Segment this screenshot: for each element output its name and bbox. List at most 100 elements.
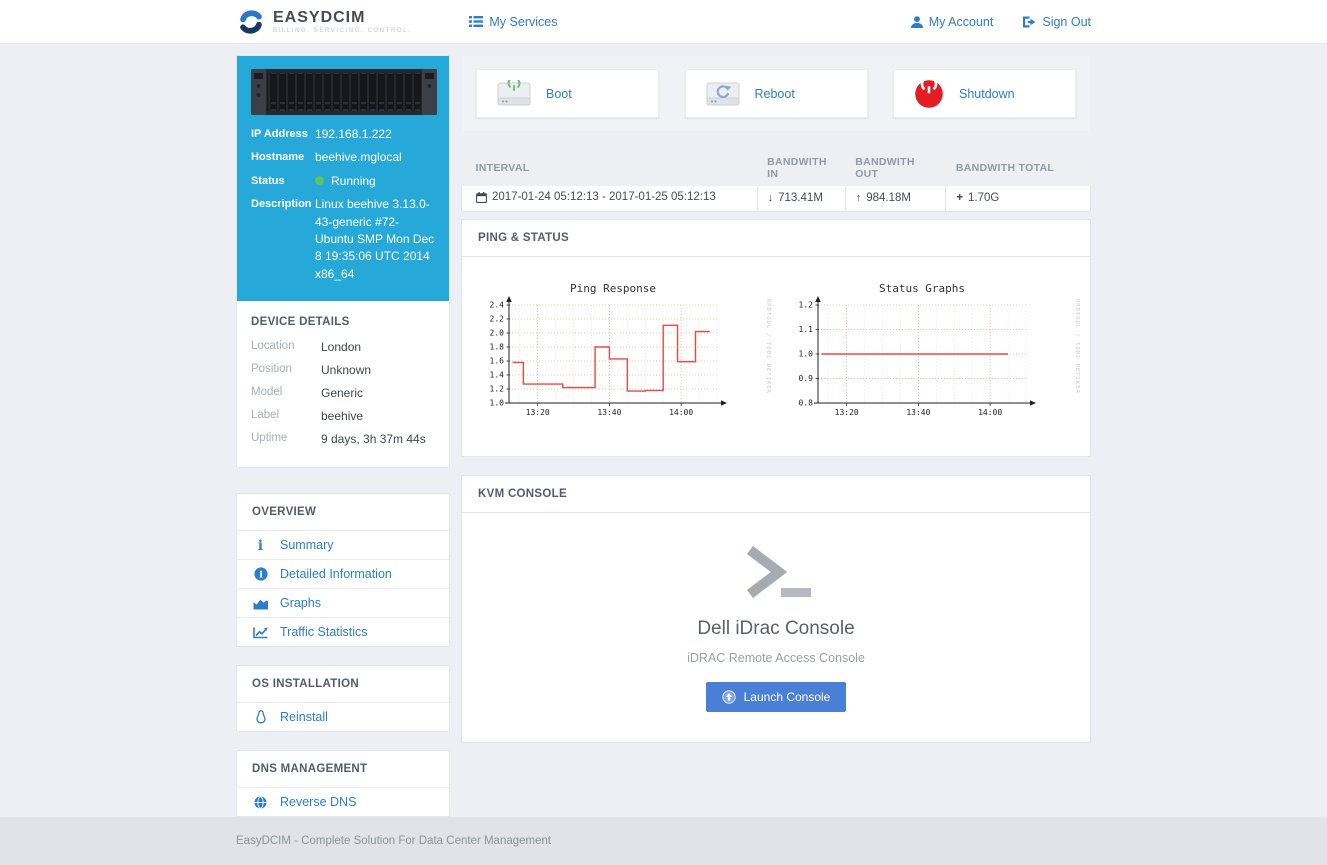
col-interval: INTERVAL <box>462 150 758 186</box>
boot-button[interactable]: Boot <box>476 69 659 118</box>
launch-console-button[interactable]: Launch Console <box>706 682 847 712</box>
list-icon <box>469 16 483 27</box>
menu-os-installation-title: OS INSTALLATION <box>237 666 449 702</box>
bandwith-out-value: 984.18M <box>866 192 911 204</box>
svg-text:RRDTOOL / TOBI OETIKER: RRDTOOL / TOBI OETIKER <box>765 299 771 394</box>
svg-text:1.0: 1.0 <box>490 398 505 407</box>
sign-out-icon <box>1023 16 1036 28</box>
svg-text:1.1: 1.1 <box>798 325 813 334</box>
menu-overview-title: OVERVIEW <box>237 494 449 530</box>
sidebar-item-reverse-dns[interactable]: Reverse DNS <box>237 787 449 816</box>
svg-text:1.0: 1.0 <box>798 349 813 358</box>
nav-my-services-label: My Services <box>489 15 557 29</box>
svg-text:Status Graphs: Status Graphs <box>879 282 965 295</box>
arrow-up-icon: ↑ <box>856 192 862 204</box>
svg-text:13:40: 13:40 <box>906 408 930 417</box>
launch-icon <box>722 690 736 704</box>
boot-label: Boot <box>546 87 572 101</box>
hostname-value: beehive.mglocal <box>315 149 435 166</box>
footer-text: EasyDCIM - Complete Solution For Data Ce… <box>236 835 1091 847</box>
info-label: IP Address <box>251 126 315 143</box>
reboot-button[interactable]: Reboot <box>685 69 868 118</box>
info-label: Description <box>251 196 315 283</box>
svg-text:1.6: 1.6 <box>490 356 505 365</box>
sidebar-item-summary[interactable]: i Summary <box>237 530 449 559</box>
linux-icon <box>252 710 269 724</box>
device-row-label: Label beehive <box>251 409 435 423</box>
server-rack-image <box>251 69 437 115</box>
info-circle-icon: i <box>252 567 269 581</box>
shutdown-label: Shutdown <box>959 87 1015 101</box>
bandwidth-header-row: INTERVAL BANDWITH IN BANDWITH OUT BANDWI… <box>462 150 1091 186</box>
nav-my-services[interactable]: My Services <box>469 15 557 29</box>
bandwidth-table: INTERVAL BANDWITH IN BANDWITH OUT BANDWI… <box>461 150 1091 212</box>
calendar-icon <box>476 192 487 203</box>
svg-text:0.8: 0.8 <box>798 398 813 407</box>
reboot-label: Reboot <box>755 87 795 101</box>
sidebar-item-traffic-statistics[interactable]: Traffic Statistics <box>237 617 449 646</box>
nav-sign-out-label: Sign Out <box>1042 15 1091 29</box>
svg-text:14:00: 14:00 <box>669 408 693 417</box>
device-details-panel: DEVICE DETAILS Location London Position … <box>237 301 449 467</box>
shutdown-button[interactable]: Shutdown <box>893 69 1076 118</box>
nav-my-account[interactable]: My Account <box>911 15 994 29</box>
arrow-down-icon: ↓ <box>768 192 774 204</box>
sidebar-item-reinstall[interactable]: Reinstall <box>237 702 449 731</box>
nav-sign-out[interactable]: Sign Out <box>1023 15 1091 29</box>
status-badge: Running <box>315 173 435 190</box>
col-bandwith-out: BANDWITH OUT <box>845 150 946 186</box>
server-refresh-icon <box>706 80 740 108</box>
col-bandwith-total: BANDWITH TOTAL <box>946 150 1091 186</box>
area-chart-icon <box>252 597 269 610</box>
device-row-position: Position Unknown <box>251 363 435 377</box>
line-chart-icon <box>252 626 269 639</box>
terminal-icon <box>734 541 818 603</box>
interval-value: 2017-01-24 05:12:13 - 2017-01-25 05:12:1… <box>492 191 716 203</box>
power-red-icon <box>914 79 944 109</box>
description-value: Linux beehive 3.13.0-43-generic #72-Ubun… <box>315 196 435 283</box>
svg-text:2.0: 2.0 <box>490 328 505 337</box>
console-name: Dell iDrac Console <box>462 618 1090 640</box>
status-graphs-chart: 0.8 0.9 1.0 1.1 1.2 13:20 13:40 14:00 Status Gra… <box>778 279 1083 434</box>
kvm-console-title: KVM CONSOLE <box>462 476 1090 513</box>
menu-dns-management: DNS MANAGEMENT Reverse DNS <box>236 750 450 817</box>
svg-text:i: i <box>259 570 263 581</box>
info-icon: i <box>252 538 269 552</box>
menu-overview: OVERVIEW i Summary i Detailed Informatio… <box>236 493 450 647</box>
top-navbar: EASYDCIM BILLING. SERVICING. CONTROL. My… <box>0 0 1327 44</box>
device-row-uptime: Uptime 9 days, 3h 37m 44s <box>251 432 435 446</box>
sidebar: IP Address 192.168.1.222 Hostname beehiv… <box>236 55 450 817</box>
brand-name: EASYDCIM <box>273 10 411 26</box>
sidebar-item-detailed-information[interactable]: i Detailed Information <box>237 559 449 588</box>
user-icon <box>911 16 923 28</box>
svg-text:0.9: 0.9 <box>798 374 813 383</box>
console-subtitle: iDRAC Remote Access Console <box>462 651 1090 665</box>
footer: EasyDCIM - Complete Solution For Data Ce… <box>0 817 1327 865</box>
kvm-console-panel: KVM CONSOLE Dell iDrac Console iDRAC Rem… <box>461 475 1091 743</box>
ping-response-chart: 1.01.21.41.61.82.02.22.413:2013:4014:00P… <box>469 279 774 434</box>
ip-address-value: 192.168.1.222 <box>315 126 435 143</box>
svg-text:1.2: 1.2 <box>490 384 505 393</box>
svg-text:1.2: 1.2 <box>798 300 813 309</box>
device-row-location: Location London <box>251 340 435 354</box>
svg-text:14:00: 14:00 <box>978 408 1002 417</box>
svg-text:13:20: 13:20 <box>834 408 858 417</box>
globe-icon <box>252 796 269 809</box>
bandwith-in-value: 713.41M <box>778 192 823 204</box>
svg-text:RRDTOOL / TOBI OETIKER: RRDTOOL / TOBI OETIKER <box>1074 299 1080 394</box>
svg-text:1.8: 1.8 <box>490 342 505 351</box>
device-row-model: Model Generic <box>251 386 435 400</box>
plus-icon: + <box>956 192 963 204</box>
launch-console-label: Launch Console <box>744 690 831 704</box>
menu-os-installation: OS INSTALLATION Reinstall <box>236 665 450 732</box>
server-info-card: IP Address 192.168.1.222 Hostname beehiv… <box>236 55 450 468</box>
brand-tagline: BILLING. SERVICING. CONTROL. <box>273 28 411 34</box>
info-row-ip: IP Address 192.168.1.222 <box>251 126 435 143</box>
info-row-status: Status Running <box>251 173 435 190</box>
svg-text:13:40: 13:40 <box>598 408 622 417</box>
easydcim-logo[interactable]: EASYDCIM BILLING. SERVICING. CONTROL. <box>236 7 411 37</box>
ping-status-title: PING & STATUS <box>462 220 1090 257</box>
svg-text:2.2: 2.2 <box>490 314 505 323</box>
svg-text:2.4: 2.4 <box>490 300 505 309</box>
sidebar-item-graphs[interactable]: Graphs <box>237 588 449 617</box>
